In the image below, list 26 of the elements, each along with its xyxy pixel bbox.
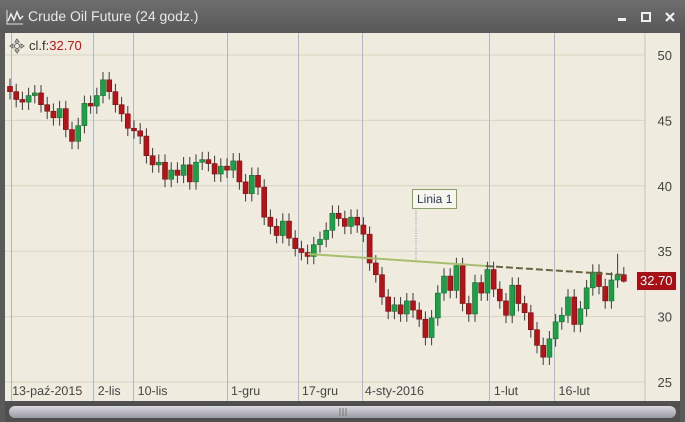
axis-label: 10-lis [138,384,168,398]
minimize-icon [618,18,626,20]
axis-label: 17-gru [302,384,338,398]
axis-label: 1-lut [494,384,518,398]
move-arrows-icon[interactable] [9,38,25,54]
legend-symbol: cl.f: [29,37,50,55]
horizontal-scrollbar[interactable] [9,406,676,418]
axis-label: 16-lut [558,384,590,398]
axis-label: 45 [658,113,672,128]
axis-label: 30 [658,310,672,325]
axis-label: 35 [658,244,672,260]
axis-label: 4-sty-2016 [364,384,424,398]
price-marker: 32.70 [637,272,676,290]
close-icon [665,12,675,22]
window-title: Crude Oil Future (24 godz.) [28,7,198,26]
axis-label: 13-paź-2015 [12,384,82,398]
grip-icon [338,408,346,416]
axis-label: 25 [658,375,672,390]
axis-label: 1-gru [231,384,260,398]
axis-label: 40 [658,178,672,194]
line-label[interactable]: Linia 1 [412,189,458,209]
axis-label: 2-lis [98,384,121,398]
axis-label: 50 [658,48,672,63]
legend-value: 32.70 [49,37,82,55]
maximize-icon [641,12,651,22]
chart-line-icon [6,8,24,24]
